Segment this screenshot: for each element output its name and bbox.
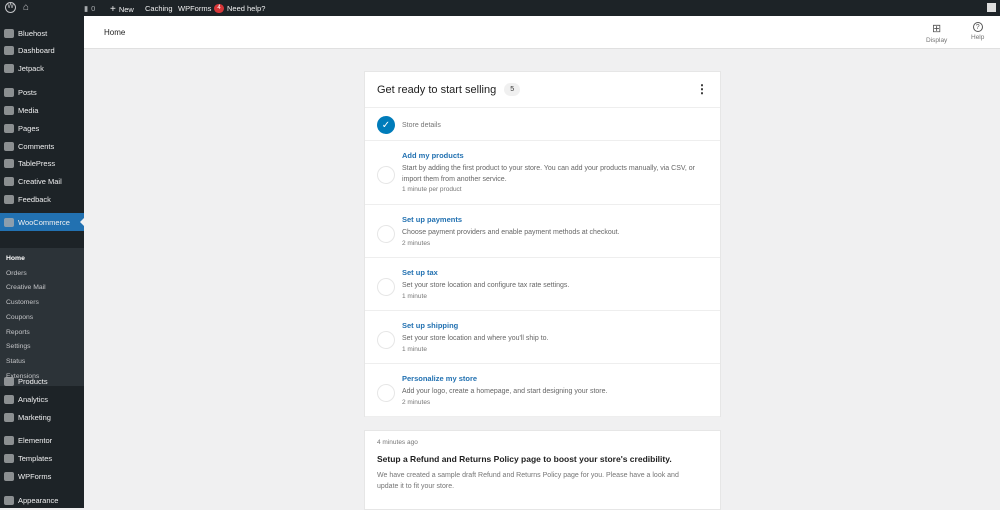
media-icon [4,105,14,115]
submenu-item-orders[interactable]: Orders [6,270,27,277]
task-item[interactable]: Set up payments Choose payment providers … [365,205,720,258]
sidebar-item-media[interactable]: Media [0,101,84,119]
sidebar-item-creative-mail[interactable]: Creative Mail [0,172,84,190]
help-button[interactable]: ? Help [971,22,984,41]
task-time: 1 minute [402,293,427,300]
task-description: Add your logo, create a homepage, and st… [402,388,608,395]
submenu-item-customers[interactable]: Customers [6,299,39,306]
task-item[interactable]: Set up tax Set your store location and co… [365,258,720,311]
marketing-icon [4,412,14,422]
admin-sidebar: Home Orders Creative Mail Customers Coupons R… [0,16,84,508]
submenu-item-status[interactable]: Status [6,358,25,365]
templates-icon [4,453,14,463]
task-count-badge: 5 [504,83,521,96]
task-description: Set your store location and configure ta… [402,282,570,289]
task-status-circle-icon [377,383,395,402]
comments-link[interactable]: ▮ 0 [84,4,95,13]
task-status-circle-icon [377,166,395,184]
task-description: Choose payment providers and enable paym… [402,229,620,236]
display-button[interactable]: ⊞ Display [926,22,947,44]
task-time: 2 minutes [402,399,431,406]
task-description: Start by adding the first product to you… [402,165,695,183]
analytics-icon [4,394,14,404]
task-title: Personalize my store [402,374,478,383]
page-header: Home ⊞ Display ? Help [84,16,1000,49]
page-title: Home [104,28,126,37]
products-icon [4,376,14,386]
submenu-item-home[interactable]: Home [6,255,25,262]
elementor-icon [4,435,14,445]
more-options-icon[interactable]: ⋮ [696,83,708,95]
feedback-icon [4,194,14,204]
posts-icon [4,87,14,97]
woocommerce-submenu: Home Orders Creative Mail Customers Coupons R… [0,248,84,386]
new-link[interactable]: + New [110,4,134,15]
appearance-icon [4,495,14,505]
sidebar-item-appearance[interactable]: Appearance [0,491,84,509]
comments-icon [4,141,14,151]
task-title: Set up payments [402,215,463,224]
submenu-item-reports[interactable]: Reports [6,329,30,336]
task-status-circle-icon [377,224,395,243]
need-help-link[interactable]: Need help? [227,4,265,13]
wpforms-badge: 4 [214,4,224,13]
notice-time: 4 minutes ago [377,439,418,446]
task-description: Set your store location and where you'll… [402,335,549,342]
sidebar-item-elementor[interactable]: Elementor [0,431,84,449]
sidebar-item-templates[interactable]: Templates [0,449,84,467]
sidebar-item-dashboard[interactable]: Dashboard [0,41,84,59]
creative-mail-icon [4,176,14,186]
user-avatar[interactable] [987,3,996,12]
task-item[interactable]: Add my products Start by adding the first… [365,141,720,205]
sidebar-item-feedback[interactable]: Feedback [0,190,84,208]
sidebar-item-woocommerce[interactable]: WooCommerce [0,213,84,231]
sidebar-item-comments[interactable]: Comments [0,137,84,155]
sidebar-item-products[interactable]: Products [0,372,84,390]
task-store-details[interactable]: ✓ Store details [365,108,720,141]
task-item[interactable]: Personalize my store Add your logo, creat… [365,364,720,417]
wpforms-icon [4,471,14,481]
tablepress-icon [4,158,14,168]
check-icon: ✓ [377,116,395,134]
help-icon: ? [972,22,983,32]
task-title: Set up shipping [402,321,459,330]
task-item[interactable]: Set up shipping Set your store location a… [365,311,720,364]
sidebar-item-bluehost[interactable]: Bluehost [0,24,84,42]
sidebar-item-analytics[interactable]: Analytics [0,390,84,408]
sidebar-item-posts[interactable]: Posts [0,83,84,101]
jetpack-icon [4,63,14,73]
plus-icon: + [110,4,116,15]
submenu-item-creative-mail[interactable]: Creative Mail [6,284,46,291]
comment-icon: ▮ [84,4,89,13]
submenu-item-coupons[interactable]: Coupons [6,314,33,321]
task-status-circle-icon [377,277,395,296]
notice-title: Setup a Refund and Returns Policy page t… [377,454,672,464]
caching-link[interactable]: Caching [145,4,173,13]
task-time: 1 minute [402,346,427,353]
task-status-circle-icon [377,330,395,349]
task-time: 1 minute per product [402,186,462,193]
task-title: Set up tax [402,268,438,277]
wpforms-link[interactable]: WPForms 4 [178,4,224,13]
wordpress-logo-icon[interactable]: W [5,2,16,13]
sidebar-item-jetpack[interactable]: Jetpack [0,59,84,77]
grid-icon: ⊞ [932,23,942,35]
pages-icon [4,123,14,133]
bluehost-icon [4,28,14,38]
home-icon[interactable]: ⌂ [23,2,29,13]
sidebar-item-wpforms[interactable]: WPForms [0,467,84,485]
sidebar-item-pages[interactable]: Pages [0,119,84,137]
sidebar-item-marketing[interactable]: Marketing [0,408,84,426]
submenu-item-settings[interactable]: Settings [6,343,31,350]
refund-policy-notice: 4 minutes ago Setup a Refund and Returns… [364,430,721,510]
sidebar-item-tablepress[interactable]: TablePress [0,154,84,172]
task-time: 2 minutes [402,240,431,247]
task-title: Add my products [402,151,464,160]
task-list-title: Get ready to start selling [377,83,497,96]
admin-bar: W ⌂ ▮ 0 + New Caching WPForms 4 Need help? [0,0,1000,16]
dashboard-icon [4,45,14,55]
setup-task-list: Get ready to start selling 5 ⋮ ✓ Store d… [364,71,721,417]
woocommerce-icon [4,217,14,227]
notice-body: We have created a sample draft Refund an… [377,472,679,490]
